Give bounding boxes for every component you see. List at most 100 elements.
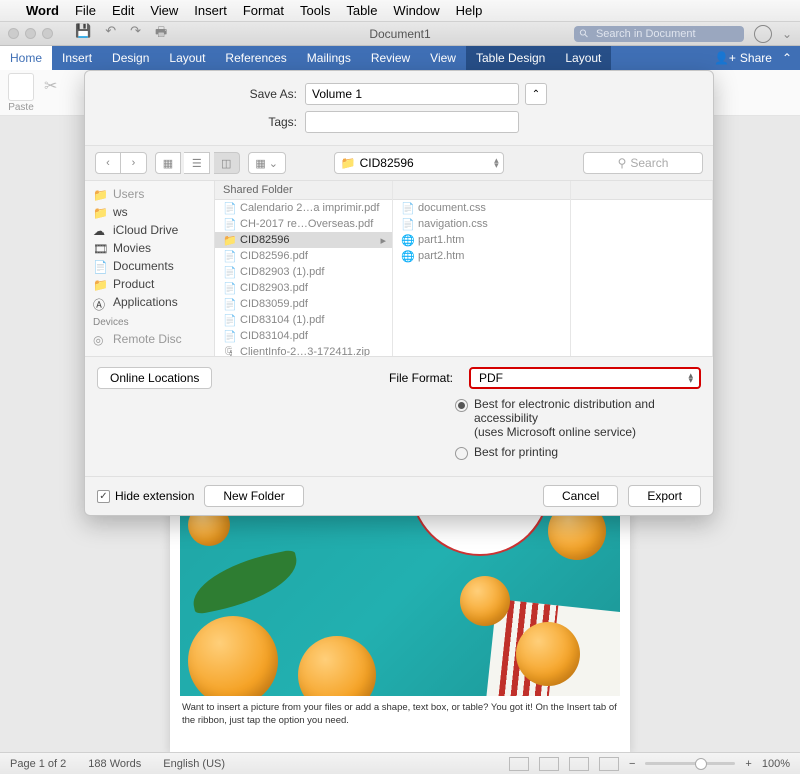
- view-mode-web[interactable]: [539, 757, 559, 771]
- file-row-selected[interactable]: 📁CID82596: [215, 232, 392, 248]
- zoom-in-button[interactable]: +: [745, 758, 751, 770]
- tags-label: Tags:: [105, 115, 305, 129]
- file-row[interactable]: 📄CID82903 (1).pdf: [215, 264, 392, 280]
- radio-icon: [455, 399, 468, 412]
- radio-best-printing[interactable]: Best for printing: [455, 445, 713, 460]
- tab-insert[interactable]: Insert: [52, 46, 102, 70]
- file-row[interactable]: 📄Calendario 2…a imprimir.pdf: [215, 200, 392, 216]
- traffic-zoom[interactable]: [42, 28, 53, 39]
- tab-mailings[interactable]: Mailings: [297, 46, 361, 70]
- feedback-icon[interactable]: [754, 25, 772, 43]
- cancel-button[interactable]: Cancel: [543, 485, 618, 507]
- tab-review[interactable]: Review: [361, 46, 420, 70]
- online-locations-button[interactable]: Online Locations: [97, 367, 212, 389]
- status-page[interactable]: Page 1 of 2: [10, 758, 66, 770]
- view-mode-draft[interactable]: [599, 757, 619, 771]
- menu-tools[interactable]: Tools: [300, 3, 330, 18]
- tab-layout-2[interactable]: Layout: [555, 46, 611, 70]
- file-row[interactable]: 📄document.css: [393, 200, 570, 216]
- new-folder-button[interactable]: New Folder: [204, 485, 303, 507]
- sidebar-item-users[interactable]: 📁Users: [93, 185, 206, 203]
- group-by-button[interactable]: ▦ ⌄: [248, 152, 286, 174]
- tab-layout[interactable]: Layout: [159, 46, 215, 70]
- finder-sidebar: 📁Users 📁ws ☁iCloud Drive 🎞Movies 📄Docume…: [85, 181, 215, 356]
- zoom-slider[interactable]: [645, 762, 735, 765]
- view-icon-columns[interactable]: ◫: [214, 152, 240, 174]
- file-format-dropdown[interactable]: PDF ▴▾: [469, 367, 701, 389]
- zip-icon: 🗜: [223, 346, 235, 356]
- cut-icon[interactable]: ✂: [44, 76, 57, 96]
- tab-view[interactable]: View: [420, 46, 466, 70]
- zoom-out-button[interactable]: −: [629, 758, 635, 770]
- status-words[interactable]: 188 Words: [88, 758, 141, 770]
- file-row[interactable]: 🗜ClientInfo-2…3-172411.zip: [215, 344, 392, 356]
- tags-input[interactable]: [305, 111, 519, 133]
- sidebar-item-movies[interactable]: 🎞Movies: [93, 239, 206, 257]
- sidebar-item-documents[interactable]: 📄Documents: [93, 257, 206, 275]
- file-row[interactable]: 🌐part2.htm: [393, 248, 570, 264]
- app-menu-word[interactable]: Word: [26, 3, 59, 18]
- tab-home[interactable]: Home: [0, 46, 52, 70]
- menu-edit[interactable]: Edit: [112, 3, 134, 18]
- finder-search[interactable]: ⚲ Search: [583, 152, 703, 174]
- sidebar-item-applications[interactable]: ⒶApplications: [93, 293, 206, 311]
- document-page: Want to insert a picture from your files…: [170, 486, 630, 752]
- radio-label: Best for electronic distribution and acc…: [474, 397, 713, 425]
- redo-icon[interactable]: ↷: [130, 23, 141, 45]
- pdf-icon: 📄: [223, 218, 235, 230]
- file-row[interactable]: 📄CID83059.pdf: [215, 296, 392, 312]
- paste-icon[interactable]: [8, 73, 34, 101]
- file-row[interactable]: 🌐part1.htm: [393, 232, 570, 248]
- zoom-level[interactable]: 100%: [762, 758, 790, 770]
- undo-icon[interactable]: ↶: [105, 23, 116, 45]
- nav-forward-button[interactable]: ›: [121, 152, 147, 174]
- menu-format[interactable]: Format: [243, 3, 284, 18]
- pdf-icon: 📄: [223, 202, 235, 214]
- save-icon[interactable]: 💾: [75, 23, 91, 45]
- menu-view[interactable]: View: [150, 3, 178, 18]
- folder-icon: 📁: [93, 188, 107, 200]
- view-icon-grid[interactable]: ▦: [155, 152, 181, 174]
- sidebar-item-product[interactable]: 📁Product: [93, 275, 206, 293]
- file-row[interactable]: 📄CID83104.pdf: [215, 328, 392, 344]
- file-row[interactable]: 📄CH-2017 re…Overseas.pdf: [215, 216, 392, 232]
- radio-best-electronic[interactable]: Best for electronic distribution and acc…: [455, 397, 713, 439]
- menu-help[interactable]: Help: [456, 3, 483, 18]
- menu-file[interactable]: File: [75, 3, 96, 18]
- status-language[interactable]: English (US): [163, 758, 225, 770]
- export-button[interactable]: Export: [628, 485, 701, 507]
- search-in-document[interactable]: Search in Document: [574, 26, 744, 42]
- save-as-input[interactable]: [305, 83, 519, 105]
- file-row[interactable]: 📄CID82596.pdf: [215, 248, 392, 264]
- pdf-icon: 📄: [223, 266, 235, 278]
- file-browser: 📁Users 📁ws ☁iCloud Drive 🎞Movies 📄Docume…: [85, 181, 713, 356]
- sidebar-item-ws[interactable]: 📁ws: [93, 203, 206, 221]
- file-row[interactable]: 📄CID82903.pdf: [215, 280, 392, 296]
- tab-references[interactable]: References: [215, 46, 296, 70]
- tab-table-design[interactable]: Table Design: [466, 46, 555, 70]
- hide-extension-checkbox[interactable]: ✓ Hide extension: [97, 489, 194, 503]
- menu-window[interactable]: Window: [393, 3, 439, 18]
- sidebar-item-remote-disc[interactable]: ◎Remote Disc: [93, 330, 206, 348]
- nav-back-button[interactable]: ‹: [95, 152, 121, 174]
- pdf-icon: 📄: [223, 298, 235, 310]
- inline-image[interactable]: [180, 496, 620, 696]
- menu-table[interactable]: Table: [346, 3, 377, 18]
- file-format-value: PDF: [479, 371, 503, 385]
- sidebar-item-icloud[interactable]: ☁iCloud Drive: [93, 221, 206, 239]
- save-dialog: Save As: ⌃ Tags: ‹ › ▦ ☰ ◫ ▦ ⌄ 📁 CID8259…: [84, 70, 714, 516]
- path-dropdown[interactable]: 📁 CID82596 ▴▾: [334, 152, 504, 174]
- file-row[interactable]: 📄CID83104 (1).pdf: [215, 312, 392, 328]
- print-icon[interactable]: 🖶: [155, 23, 167, 45]
- traffic-minimize[interactable]: [25, 28, 36, 39]
- traffic-close[interactable]: [8, 28, 19, 39]
- share-button[interactable]: 👤+Share⌃: [706, 46, 800, 70]
- chevron-down-icon[interactable]: ⌄: [782, 27, 792, 41]
- view-mode-outline[interactable]: [569, 757, 589, 771]
- tab-design[interactable]: Design: [102, 46, 159, 70]
- view-mode-print[interactable]: [509, 757, 529, 771]
- view-icon-list[interactable]: ☰: [184, 152, 210, 174]
- file-row[interactable]: 📄navigation.css: [393, 216, 570, 232]
- collapse-button[interactable]: ⌃: [525, 83, 547, 105]
- menu-insert[interactable]: Insert: [194, 3, 227, 18]
